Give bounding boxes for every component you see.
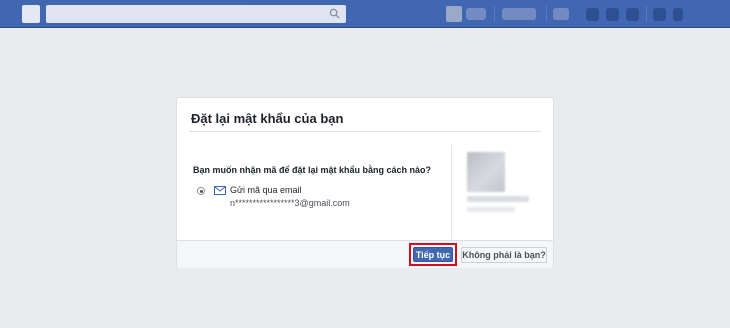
search-input[interactable] (46, 5, 346, 23)
nav-divider (546, 6, 547, 22)
profile-photo (467, 152, 505, 192)
not-you-button[interactable]: Không phải là bạn? (461, 247, 547, 263)
profile-subtitle-blurred (467, 207, 515, 212)
reset-password-dialog: Đặt lại mật khẩu của bạn Bạn muốn nhận m… (176, 97, 554, 268)
quick-help-icon[interactable] (653, 8, 666, 21)
facebook-logo-icon[interactable] (22, 5, 40, 23)
mail-icon (214, 186, 226, 195)
profile-link[interactable] (466, 8, 486, 20)
nav-divider (494, 6, 495, 22)
email-option-label[interactable]: Gửi mã qua email (230, 185, 302, 195)
profile-divider (451, 145, 452, 239)
continue-button[interactable]: Tiếp tục (413, 247, 453, 262)
dialog-footer: Tiếp tục Không phải là bạn? (177, 240, 553, 268)
nav-divider (646, 6, 647, 22)
reset-method-question: Bạn muốn nhận mã để đặt lại mật khẩu bằn… (193, 165, 432, 175)
title-divider (189, 131, 541, 132)
masked-email: n*****************3@gmail.com (230, 198, 350, 208)
profile-name-blurred (467, 196, 529, 202)
top-navigation-bar (0, 0, 730, 28)
dialog-title: Đặt lại mật khẩu của bạn (191, 111, 344, 126)
notifications-icon[interactable] (626, 8, 639, 21)
account-menu-icon[interactable] (673, 8, 683, 21)
profile-avatar[interactable] (446, 6, 462, 22)
continue-button-highlight: Tiếp tục (409, 243, 457, 266)
email-option-radio[interactable] (197, 187, 205, 195)
friend-requests-icon[interactable] (586, 8, 599, 21)
messenger-icon[interactable] (606, 8, 619, 21)
search-icon[interactable] (329, 8, 340, 19)
home-link[interactable] (502, 8, 536, 20)
create-link[interactable] (553, 8, 569, 20)
